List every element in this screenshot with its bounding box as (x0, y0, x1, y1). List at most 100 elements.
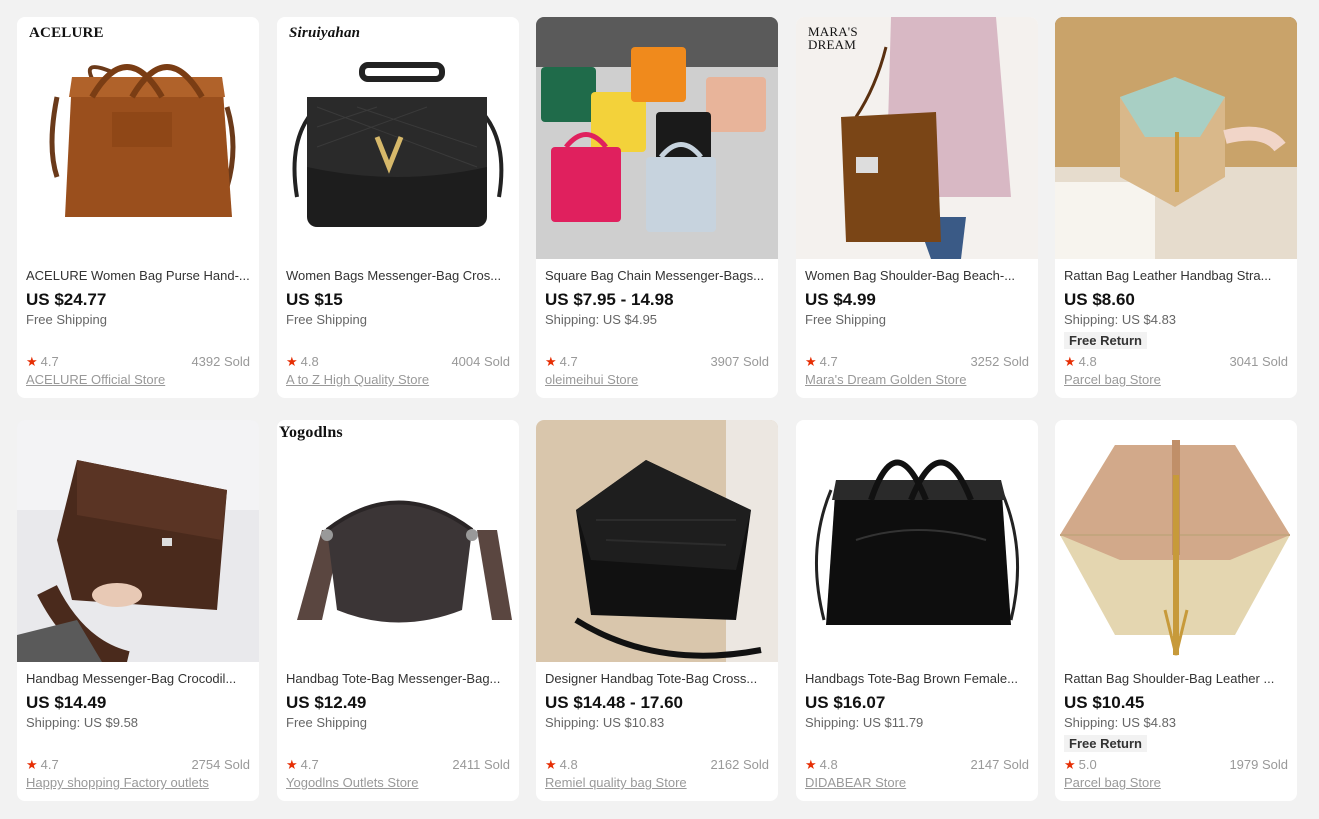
brand-watermark: ACELURE (29, 25, 104, 41)
product-card[interactable]: ACELURE ACELURE Women Bag Purse Hand-...… (17, 17, 259, 398)
product-title[interactable]: Rattan Bag Leather Handbag Stra... (1064, 268, 1288, 284)
brand-watermark: MARA'S DREAM (808, 24, 858, 52)
product-card[interactable]: Rattan Bag Shoulder-Bag Leather ... US $… (1055, 420, 1297, 801)
sold-count: 2147 Sold (970, 757, 1029, 772)
product-rating: ★ 4.7 (805, 354, 838, 370)
product-price: US $4.99 (805, 290, 876, 309)
product-image[interactable]: ACELURE (17, 17, 259, 259)
star-icon: ★ (1064, 354, 1076, 369)
star-icon: ★ (26, 354, 38, 369)
product-title[interactable]: Square Bag Chain Messenger-Bags... (545, 268, 769, 284)
sold-count: 3907 Sold (710, 354, 769, 369)
product-image[interactable] (536, 420, 778, 662)
product-rating: ★ 4.7 (26, 354, 59, 370)
star-icon: ★ (1064, 757, 1076, 772)
product-card[interactable]: Rattan Bag Leather Handbag Stra... US $8… (1055, 17, 1297, 398)
shipping-info: Shipping: US $9.58 (26, 715, 139, 730)
product-image[interactable] (1055, 420, 1297, 662)
star-icon: ★ (805, 354, 817, 369)
product-image[interactable]: Yogodlns (277, 420, 519, 662)
product-rating: ★ 4.8 (545, 757, 578, 773)
free-return-badge: Free Return (1064, 332, 1147, 349)
product-title[interactable]: Handbag Messenger-Bag Crocodil... (26, 671, 250, 687)
product-title[interactable]: Rattan Bag Shoulder-Bag Leather ... (1064, 671, 1288, 687)
sold-count: 2411 Sold (452, 757, 510, 772)
shipping-info: Shipping: US $4.95 (545, 312, 658, 327)
product-image[interactable]: MARA'S DREAM (796, 17, 1038, 259)
product-title[interactable]: Women Bags Messenger-Bag Cros... (286, 268, 510, 284)
star-icon: ★ (805, 757, 817, 772)
product-card[interactable]: Handbag Messenger-Bag Crocodil... US $14… (17, 420, 259, 801)
product-price: US $24.77 (26, 290, 107, 309)
product-grid: ACELURE ACELURE Women Bag Purse Hand-...… (0, 0, 1319, 819)
free-return-badge: Free Return (1064, 735, 1147, 752)
store-link[interactable]: Parcel bag Store (1064, 372, 1161, 388)
shipping-info: Free Shipping (26, 312, 107, 327)
product-card[interactable]: Handbags Tote-Bag Brown Female... US $16… (796, 420, 1038, 801)
product-card[interactable]: Designer Handbag Tote-Bag Cross... US $1… (536, 420, 778, 801)
product-rating: ★ 4.7 (26, 757, 59, 773)
rating-value: 4.7 (40, 757, 59, 772)
store-link[interactable]: oleimeihui Store (545, 372, 638, 388)
product-image[interactable] (796, 420, 1038, 662)
product-card[interactable]: Siruiyahan Women Bags Messenger-Bag Cros… (277, 17, 519, 398)
star-icon: ★ (286, 757, 298, 772)
rating-value: 4.8 (1078, 354, 1097, 369)
shipping-info: Free Shipping (805, 312, 886, 327)
store-link[interactable]: Parcel bag Store (1064, 775, 1161, 791)
shipping-info: Free Shipping (286, 312, 367, 327)
store-link[interactable]: A to Z High Quality Store (286, 372, 429, 388)
store-link[interactable]: DIDABEAR Store (805, 775, 906, 791)
sold-count: 4004 Sold (451, 354, 510, 369)
product-price: US $16.07 (805, 693, 886, 712)
product-rating: ★ 4.8 (805, 757, 838, 773)
store-link[interactable]: Happy shopping Factory outlets (26, 775, 209, 791)
shipping-info: Shipping: US $4.83 (1064, 715, 1177, 730)
product-price: US $10.45 (1064, 693, 1145, 712)
product-rating: ★ 4.8 (286, 354, 319, 370)
product-card[interactable]: Yogodlns Handbag Tote-Bag Messenger-Bag.… (277, 420, 519, 801)
product-title[interactable]: Designer Handbag Tote-Bag Cross... (545, 671, 769, 687)
product-rating: ★ 4.7 (286, 757, 319, 773)
sold-count: 3041 Sold (1229, 354, 1288, 369)
product-title[interactable]: ACELURE Women Bag Purse Hand-... (26, 268, 250, 284)
rating-value: 4.8 (819, 757, 838, 772)
product-title[interactable]: Handbag Tote-Bag Messenger-Bag... (286, 671, 510, 687)
shipping-info: Free Shipping (286, 715, 367, 730)
product-image[interactable] (17, 420, 259, 662)
product-title[interactable]: Women Bag Shoulder-Bag Beach-... (805, 268, 1029, 284)
star-icon: ★ (26, 757, 38, 772)
store-link[interactable]: ACELURE Official Store (26, 372, 165, 388)
sold-count: 4392 Sold (191, 354, 250, 369)
product-image[interactable] (536, 17, 778, 259)
shipping-info: Shipping: US $10.83 (545, 715, 665, 730)
product-rating: ★ 5.0 (1064, 757, 1097, 773)
rating-value: 5.0 (1078, 757, 1097, 772)
rating-value: 4.7 (40, 354, 59, 369)
product-price: US $8.60 (1064, 290, 1135, 309)
rating-value: 4.8 (559, 757, 578, 772)
sold-count: 2162 Sold (710, 757, 769, 772)
product-price: US $14.49 (26, 693, 107, 712)
product-price: US $15 (286, 290, 343, 309)
star-icon: ★ (545, 354, 557, 369)
store-link[interactable]: Mara's Dream Golden Store (805, 372, 966, 388)
rating-value: 4.7 (300, 757, 319, 772)
store-link[interactable]: Remiel quality bag Store (545, 775, 687, 791)
rating-value: 4.7 (819, 354, 838, 369)
brand-watermark: Siruiyahan (289, 25, 361, 41)
product-rating: ★ 4.7 (545, 354, 578, 370)
store-link[interactable]: Yogodlns Outlets Store (286, 775, 419, 791)
product-title[interactable]: Handbags Tote-Bag Brown Female... (805, 671, 1029, 687)
shipping-info: Shipping: US $4.83 (1064, 312, 1177, 327)
product-price: US $12.49 (286, 693, 367, 712)
rating-value: 4.8 (300, 354, 319, 369)
star-icon: ★ (286, 354, 298, 369)
shipping-info: Shipping: US $11.79 (805, 715, 924, 730)
product-card[interactable]: MARA'S DREAM Women Bag Shoulder-Bag Beac… (796, 17, 1038, 398)
product-card[interactable]: Square Bag Chain Messenger-Bags... US $7… (536, 17, 778, 398)
product-price: US $7.95 - 14.98 (545, 290, 674, 309)
product-image[interactable] (1055, 17, 1297, 259)
rating-value: 4.7 (559, 354, 578, 369)
product-image[interactable]: Siruiyahan (277, 17, 519, 259)
